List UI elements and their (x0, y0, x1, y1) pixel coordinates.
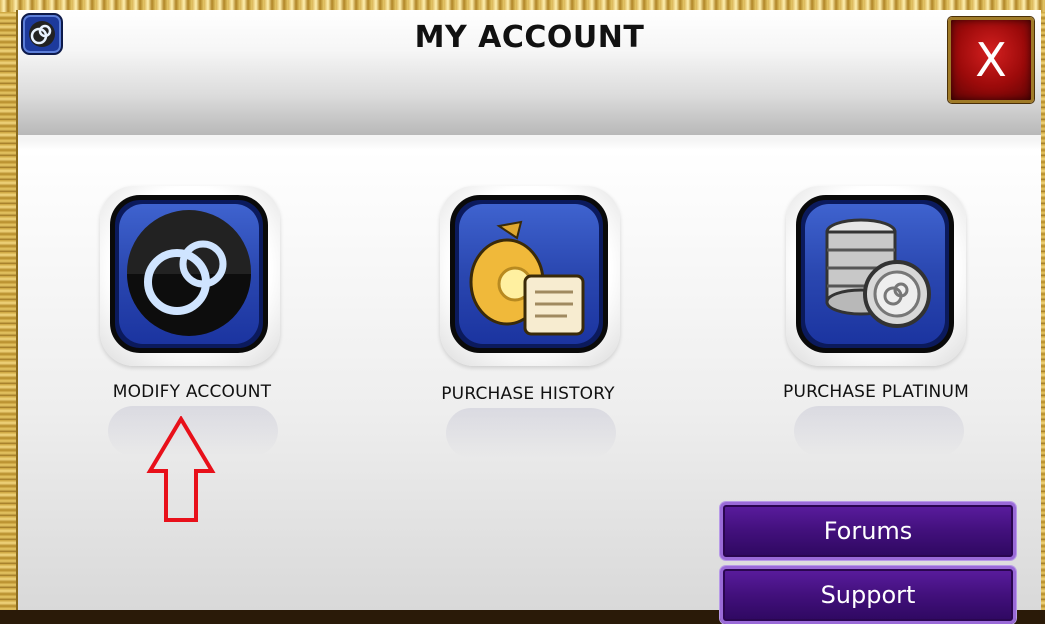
modify-account-label[interactable]: MODIFY ACCOUNT (62, 382, 322, 402)
tile-frame (110, 195, 268, 353)
modify-account-tile[interactable] (100, 186, 280, 366)
support-button[interactable]: Support (720, 566, 1016, 624)
purchase-history-label[interactable]: PURCHASE HISTORY (398, 384, 658, 404)
tile-reflection (794, 406, 964, 456)
annotation-arrow-icon (146, 416, 216, 522)
window-header: MY ACCOUNT X (18, 10, 1041, 135)
platinum-coins-icon (825, 218, 931, 328)
purchase-platinum-tile[interactable] (786, 186, 966, 366)
tile-face (119, 204, 259, 344)
purchase-history-tile[interactable] (440, 186, 620, 366)
forums-button[interactable]: Forums (720, 502, 1016, 560)
tile-face (805, 204, 945, 344)
purchase-platinum-label[interactable]: PURCHASE PLATINUM (746, 382, 1006, 402)
rings-icon (127, 210, 251, 336)
money-bag-scroll-icon (469, 220, 585, 336)
page-title: MY ACCOUNT (414, 20, 645, 55)
tile-frame (796, 195, 954, 353)
tile-reflection (446, 408, 616, 458)
tile-face (459, 204, 599, 344)
tile-frame (450, 195, 608, 353)
close-button[interactable]: X (948, 17, 1034, 103)
